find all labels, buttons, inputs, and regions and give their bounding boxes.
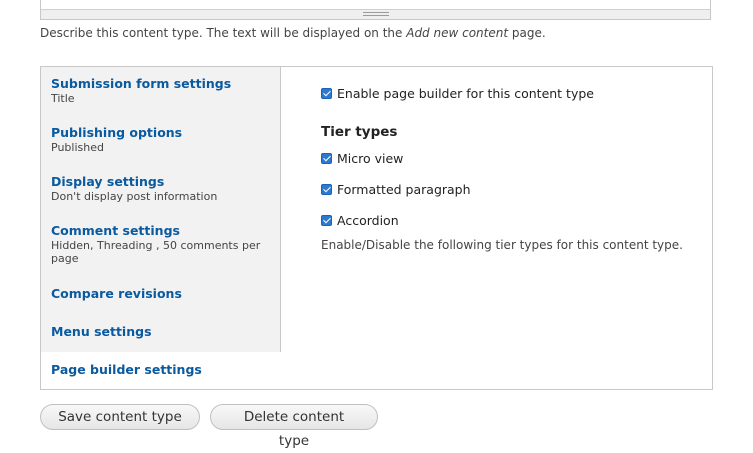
tab-title[interactable]: Compare revisions [51,286,270,301]
checkbox-label[interactable]: Enable page builder for this content typ… [337,86,594,101]
tab-submission-form-settings[interactable]: Submission form settings Title [41,67,281,117]
tab-summary: Title [51,92,75,105]
description-emphasis: Add new content [406,26,509,40]
delete-content-type-button[interactable]: Delete content type [210,404,378,449]
tab-title[interactable]: Publishing options [51,125,270,140]
tab-summary: Hidden, Threading , 50 comments per page [51,239,261,265]
tab-title[interactable]: Submission form settings [51,76,270,91]
tier-micro-view-checkbox[interactable]: Micro view [321,151,403,166]
checkbox-label[interactable]: Formatted paragraph [337,182,471,197]
tier-formatted-paragraph-checkbox[interactable]: Formatted paragraph [321,182,471,197]
tab-menu-settings[interactable]: Menu settings [41,312,281,353]
description-text-end: page. [508,26,546,40]
tier-types-heading: Tier types [321,124,398,140]
tab-comment-settings[interactable]: Comment settings Hidden, Threading , 50 … [41,214,281,276]
tab-title[interactable]: Page builder settings [51,362,271,377]
enable-page-builder-checkbox[interactable]: Enable page builder for this content typ… [321,86,594,101]
tab-summary: Don't display post information [51,190,218,203]
checkbox-checked-icon[interactable] [321,88,332,99]
tab-page-builder-settings[interactable]: Page builder settings [41,352,281,389]
vertical-tabs: Submission form settings Title Publishin… [40,66,713,390]
checkbox-checked-icon[interactable] [321,184,332,195]
page-builder-settings-panel: Enable page builder for this content typ… [282,67,712,389]
tab-publishing-options[interactable]: Publishing options Published [41,116,281,166]
description-text-start: Describe this content type. The text wil… [40,26,407,40]
checkbox-label[interactable]: Accordion [337,213,399,228]
tab-title[interactable]: Display settings [51,174,270,189]
description-help-text: Describe this content type. The text wil… [40,26,546,40]
grip-icon [362,12,389,16]
tab-summary: Published [51,141,104,154]
tab-title[interactable]: Comment settings [51,223,270,238]
checkbox-checked-icon[interactable] [321,153,332,164]
tier-accordion-checkbox[interactable]: Accordion [321,213,399,228]
checkbox-checked-icon[interactable] [321,215,332,226]
checkbox-label[interactable]: Micro view [337,151,403,166]
textarea-resize-handle[interactable] [41,9,710,19]
tab-compare-revisions[interactable]: Compare revisions [41,275,281,313]
tab-display-settings[interactable]: Display settings Don't display post info… [41,165,281,215]
description-textarea[interactable] [40,0,711,20]
tab-title[interactable]: Menu settings [51,324,270,339]
save-content-type-button[interactable]: Save content type [40,404,200,430]
tier-types-description: Enable/Disable the following tier types … [321,238,683,252]
